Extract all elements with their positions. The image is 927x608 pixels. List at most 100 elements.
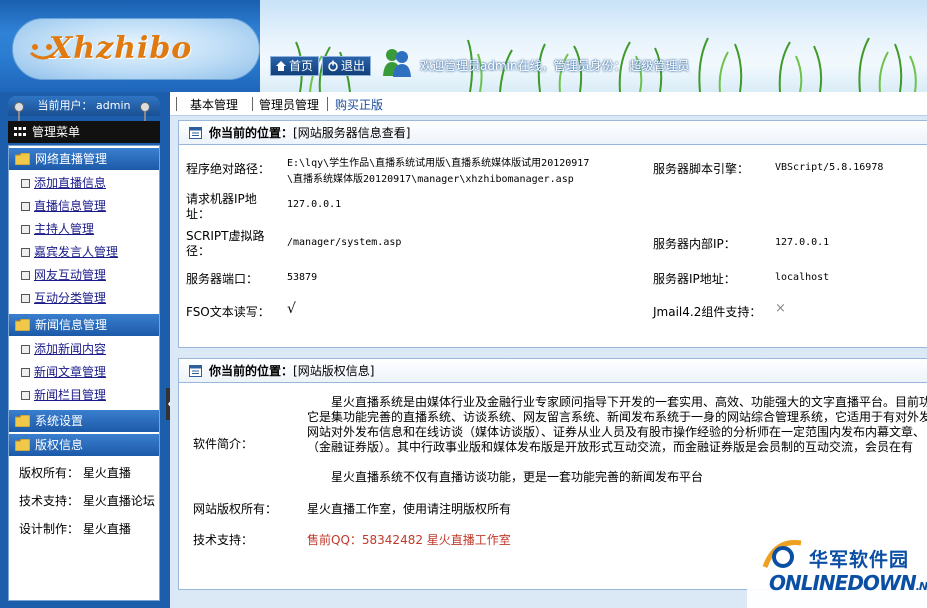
logout-button[interactable]: 退出 xyxy=(322,56,372,76)
header-banner: Xhzhibo 首页 退出 欢迎管理员admin在线，管理员身份： 超级管理员 xyxy=(0,0,927,92)
home-icon xyxy=(276,61,286,71)
watermark-logo-icon xyxy=(762,540,802,568)
menu-interaction-category[interactable]: 互动分类管理 xyxy=(21,289,106,306)
label-server-ip: 服务器IP地址： xyxy=(653,272,736,286)
menu-add-live[interactable]: 添加直播信息 xyxy=(21,174,106,191)
logout-label: 退出 xyxy=(341,59,366,73)
location-value: [网站服务器信息查看] xyxy=(293,126,411,140)
location-label: 你当前的位置： xyxy=(209,364,294,378)
label-jmail: Jmail4.2组件支持： xyxy=(653,305,762,319)
copyright-panel-title: 你当前的位置：[网站版权信息] xyxy=(179,359,927,383)
value-server-ip: localhost xyxy=(775,272,830,283)
watermark-en-main: ONLINEDOWN xyxy=(769,571,917,595)
section-live-management[interactable]: 网络直播管理 xyxy=(9,148,159,170)
nav-divider xyxy=(176,97,177,111)
top-navigation: 基本管理 管理员管理 购买正版 xyxy=(170,92,927,116)
menu-panel: 网络直播管理 添加直播信息 直播信息管理 主持人管理 嘉宾发言人管理 网友互动管… xyxy=(8,145,160,601)
value-site-owner: 星火直播工作室，使用请注明版权所有 xyxy=(307,502,512,516)
value-tech-support[interactable]: 售前QQ：58342482 星火直播工作室 xyxy=(307,531,511,548)
server-panel-title: 你当前的位置：[网站服务器信息查看] xyxy=(179,121,927,145)
left-sidebar: 当前用户： admin 管理菜单 网络直播管理 添加直播信息 直播信息管理 主持… xyxy=(0,92,170,608)
onlinedown-watermark: 华军软件园 ONLINEDOWN.NET xyxy=(747,527,927,608)
current-user-label: 当前用户： admin xyxy=(8,96,160,116)
design-by: 设计制作： 星火直播 xyxy=(19,522,131,536)
section-title: 新闻信息管理 xyxy=(35,318,108,332)
menu-title-label: 管理菜单 xyxy=(32,125,81,139)
value-internal-ip: 127.0.0.1 xyxy=(775,237,830,248)
home-button[interactable]: 首页 xyxy=(270,56,320,76)
label-abs-path: 程序绝对路径： xyxy=(186,162,271,176)
menu-host-manage[interactable]: 主持人管理 xyxy=(21,220,94,237)
folder-icon xyxy=(15,439,30,451)
checkbox-icon xyxy=(21,248,30,257)
folder-icon xyxy=(15,415,30,427)
section-system-settings[interactable]: 系统设置 xyxy=(9,410,159,432)
label-fso: FSO文本读写： xyxy=(186,305,270,319)
label-site-owner: 网站版权所有： xyxy=(193,502,278,516)
checkbox-icon xyxy=(21,345,30,354)
menu-add-news[interactable]: 添加新闻内容 xyxy=(21,340,106,357)
checkbox-icon xyxy=(21,202,30,211)
power-icon xyxy=(328,60,338,72)
value-client-ip: 127.0.0.1 xyxy=(287,199,342,210)
copyright-owner: 版权所有： 星火直播 xyxy=(19,466,131,480)
welcome-text: 欢迎管理员admin在线，管理员身份： 超级管理员 xyxy=(420,59,690,73)
watermark-en-text: ONLINEDOWN.NET xyxy=(769,571,927,595)
label-client-ip-2: 址： xyxy=(186,207,211,221)
checkbox-icon xyxy=(21,391,30,400)
value-fso-check: √ xyxy=(287,301,296,317)
users-icon xyxy=(383,49,411,77)
location-value: [网站版权信息] xyxy=(293,364,375,378)
nav-divider xyxy=(252,97,253,111)
checkbox-icon xyxy=(21,368,30,377)
section-title: 网络直播管理 xyxy=(35,152,108,166)
value-script-engine: VBScript/5.8.16978 xyxy=(775,162,884,173)
label-software-intro: 软件简介： xyxy=(193,437,254,451)
label-tech-support: 技术支持： xyxy=(193,533,254,547)
tech-support: 技术支持： 星火直播论坛 xyxy=(19,494,155,508)
label-internal-ip: 服务器内部IP： xyxy=(653,237,736,251)
section-title: 版权信息 xyxy=(35,438,84,452)
intro-line-2: 它是集功能完善的直播系统、访谈系统、网友留言系统、新闻发布系统于一身的网站综合管… xyxy=(307,410,927,424)
intro-line-3: 网站对外发布信息和在线访谈（媒体访谈版）、证券从业人员及有股市操作经验的分析师在… xyxy=(307,425,926,439)
menu-news-articles[interactable]: 新闻文章管理 xyxy=(21,363,106,380)
folder-icon xyxy=(15,319,30,331)
value-server-port: 53879 xyxy=(287,272,318,283)
logo-text: Xhzhibo xyxy=(49,31,193,66)
nav-buy-license[interactable]: 购买正版 xyxy=(335,96,383,113)
section-title: 系统设置 xyxy=(35,414,84,428)
nav-admin-management[interactable]: 管理员管理 xyxy=(259,96,319,113)
section-news-management[interactable]: 新闻信息管理 xyxy=(9,314,159,336)
intro-line-1: 星火直播系统是由媒体行业及金融行业专家顾问指导下开发的一套实用、高效、功能强大的… xyxy=(331,395,927,409)
site-logo: Xhzhibo xyxy=(12,18,260,80)
value-virtual-path: /manager/system.asp xyxy=(287,237,402,248)
folder-icon xyxy=(15,153,30,165)
checkbox-icon xyxy=(21,294,30,303)
intro-line-4: （金融证券版）。其中行政事业版和媒体发布版是开放形式互动交流，而金融证券版是会员… xyxy=(307,440,914,454)
grid-icon xyxy=(14,127,26,136)
value-abs-path-2: \直播系统媒体版20120917\manager\xhzhibomanager.… xyxy=(287,174,574,185)
checkbox-icon xyxy=(21,179,30,188)
location-label: 你当前的位置： xyxy=(209,126,294,140)
server-info-panel: 你当前的位置：[网站服务器信息查看] 程序绝对路径： E:\lqy\学生作品\直… xyxy=(178,120,927,348)
window-icon xyxy=(189,127,202,139)
checkbox-icon xyxy=(21,225,30,234)
nav-divider xyxy=(327,97,328,111)
intro-line-5: 星火直播系统不仅有直播访谈功能，更是一套功能完善的新闻发布平台 xyxy=(331,470,704,484)
menu-news-columns[interactable]: 新闻栏目管理 xyxy=(21,386,106,403)
watermark-cn-text: 华军软件园 xyxy=(809,549,910,571)
watermark-en-suffix: .NET xyxy=(915,580,927,593)
menu-interaction-manage[interactable]: 网友互动管理 xyxy=(21,266,106,283)
label-server-port: 服务器端口： xyxy=(186,272,259,286)
home-label: 首页 xyxy=(289,59,314,73)
checkbox-icon xyxy=(21,271,30,280)
nav-basic-management[interactable]: 基本管理 xyxy=(190,96,238,113)
window-icon xyxy=(189,365,202,377)
menu-live-manage[interactable]: 直播信息管理 xyxy=(21,197,106,214)
label-virtual-path-2: 径： xyxy=(186,244,211,258)
section-copyright[interactable]: 版权信息 xyxy=(9,434,159,456)
value-abs-path-1: E:\lqy\学生作品\直播系统试用版\直播系统媒体版试用20120917 xyxy=(287,158,590,169)
menu-guest-manage[interactable]: 嘉宾发言人管理 xyxy=(21,243,118,260)
value-jmail-cross: × xyxy=(775,301,786,316)
menu-title: 管理菜单 xyxy=(8,121,160,143)
